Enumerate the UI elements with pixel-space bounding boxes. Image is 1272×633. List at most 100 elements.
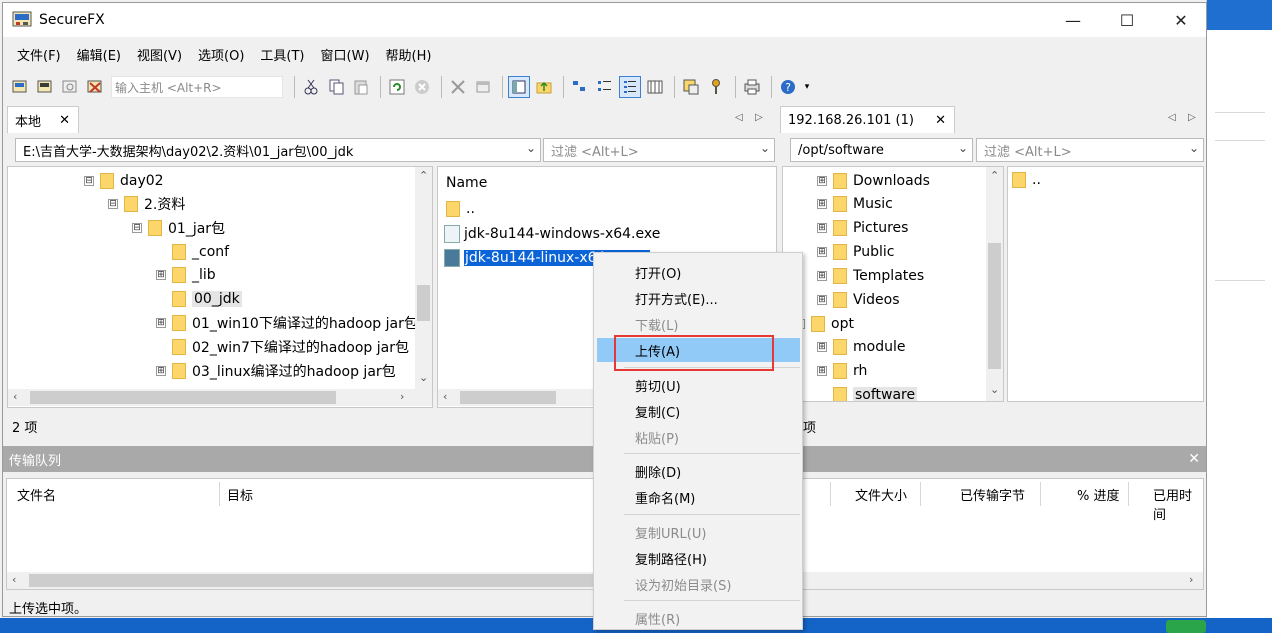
- tab-scroll-right-icon[interactable]: ▷: [755, 112, 763, 123]
- expand-icon[interactable]: ⊞: [817, 365, 827, 376]
- taskbar-app-icon[interactable]: [1166, 620, 1206, 633]
- expand-icon[interactable]: ⊞: [817, 246, 827, 257]
- menu-item-delete[interactable]: 删除(D): [597, 459, 800, 483]
- vertical-scrollbar[interactable]: ⌃ ⌄: [415, 167, 432, 389]
- remote-file-list[interactable]: ..: [1007, 166, 1204, 402]
- expand-icon[interactable]: ⊞: [156, 269, 166, 280]
- large-icons-view-icon[interactable]: [569, 76, 591, 98]
- menu-file[interactable]: 文件(F): [9, 45, 69, 64]
- scroll-right-icon[interactable]: ›: [1189, 573, 1193, 586]
- tree-item[interactable]: ⊞ Downloads: [817, 169, 930, 192]
- tab-local[interactable]: 本地 ✕: [7, 106, 79, 133]
- remote-folder-tree[interactable]: ⊞ Downloads ⊞ Music ⊞ Pictures ⊞ Public ⊞ Tem…: [782, 166, 1004, 402]
- tab-close-icon[interactable]: ✕: [935, 113, 946, 128]
- close-icon[interactable]: ✕: [1188, 451, 1200, 467]
- cut-icon[interactable]: [300, 76, 322, 98]
- chevron-down-icon[interactable]: ⌄: [958, 141, 968, 155]
- scrollbar-thumb[interactable]: [417, 285, 430, 321]
- expand-icon[interactable]: ⊞: [817, 175, 827, 186]
- menu-item-properties[interactable]: 属性(R): [597, 606, 800, 630]
- remote-path-combobox[interactable]: /opt/software ⌄: [790, 138, 973, 162]
- tree-item[interactable]: ⊟opt: [795, 312, 854, 335]
- chevron-down-icon[interactable]: ⌄: [526, 141, 536, 155]
- menu-item-copy[interactable]: 复制(C): [597, 399, 800, 423]
- scroll-up-icon[interactable]: ⌃: [990, 169, 999, 182]
- scroll-left-icon[interactable]: ‹: [443, 390, 447, 403]
- column-header-name[interactable]: Name: [446, 172, 487, 194]
- tree-item-selected[interactable]: 00_jdk: [172, 287, 242, 310]
- expand-icon[interactable]: ⊞: [817, 222, 827, 233]
- tree-item[interactable]: ⊞ 01_win10下编译过的hadoop jar包: [156, 311, 418, 334]
- copy-icon[interactable]: [325, 76, 347, 98]
- folder-up-icon[interactable]: [533, 76, 555, 98]
- help-icon[interactable]: ?: [777, 76, 799, 98]
- list-item[interactable]: ..: [446, 198, 475, 220]
- reconnect-icon[interactable]: [59, 76, 81, 98]
- tree-item-selected[interactable]: software: [833, 383, 918, 401]
- local-folder-tree[interactable]: ⊟ day02 ⊟ 2.资料 ⊟ 01_jar包 _conf ⊞ _lib 00_jdk…: [7, 166, 433, 408]
- vertical-scrollbar[interactable]: ⌃ ⌄: [986, 167, 1003, 401]
- tree-item[interactable]: ⊞ Pictures: [817, 216, 908, 239]
- collapse-icon[interactable]: ⊟: [84, 175, 94, 186]
- tab-remote-session[interactable]: 192.168.26.101 (1) ✕: [780, 106, 955, 133]
- small-icons-view-icon[interactable]: [594, 76, 616, 98]
- menu-item-open-with[interactable]: 打开方式(E)...: [597, 286, 800, 310]
- tree-item[interactable]: ⊞ module: [817, 335, 905, 358]
- tab-close-icon[interactable]: ✕: [59, 113, 70, 128]
- scroll-left-icon[interactable]: ‹: [13, 390, 17, 403]
- column-header-elapsed-time[interactable]: 已用时间: [1153, 485, 1203, 523]
- tree-item[interactable]: ⊞ Videos: [817, 288, 900, 311]
- expand-icon[interactable]: ⊞: [817, 198, 827, 209]
- horizontal-scrollbar[interactable]: ‹ ›: [8, 389, 432, 406]
- menu-item-paste[interactable]: 粘贴(P): [597, 425, 800, 449]
- scrollbar-thumb[interactable]: [29, 574, 595, 587]
- collapse-icon[interactable]: ⊟: [108, 198, 118, 209]
- tree-item[interactable]: ⊟ day02: [84, 169, 164, 192]
- tree-item[interactable]: ⊞ _lib: [156, 263, 216, 286]
- maximize-button[interactable]: ☐: [1100, 3, 1154, 37]
- scrollbar-thumb[interactable]: [460, 391, 556, 404]
- menu-edit[interactable]: 编辑(E): [69, 45, 129, 64]
- tree-item[interactable]: ⊞ Public: [817, 240, 894, 263]
- list-view-icon[interactable]: [619, 76, 641, 98]
- tree-item[interactable]: _conf: [172, 240, 229, 263]
- expand-icon[interactable]: ⊞: [156, 365, 166, 376]
- column-header-bytes-transferred[interactable]: 已传输字节: [960, 485, 1025, 504]
- stop-icon[interactable]: [411, 76, 433, 98]
- scroll-left-icon[interactable]: ‹: [12, 573, 16, 586]
- expand-icon[interactable]: ⊞: [156, 317, 166, 328]
- paste-icon[interactable]: [350, 76, 372, 98]
- menu-options[interactable]: 选项(O): [190, 45, 252, 64]
- toolbar-overflow-icon[interactable]: ▾: [802, 76, 812, 98]
- scrollbar-thumb[interactable]: [988, 243, 1001, 369]
- tab-scroll-right-icon[interactable]: ▷: [1188, 112, 1196, 123]
- quick-connect-icon[interactable]: [34, 76, 56, 98]
- tab-scroll-left-icon[interactable]: ◁: [1168, 112, 1176, 123]
- column-divider[interactable]: [830, 482, 831, 506]
- tab-scroll-left-icon[interactable]: ◁: [735, 112, 743, 123]
- tree-item[interactable]: ⊞ rh: [817, 359, 867, 382]
- menu-view[interactable]: 视图(V): [129, 45, 190, 64]
- column-divider[interactable]: [219, 482, 220, 506]
- menu-help[interactable]: 帮助(H): [378, 45, 440, 64]
- menu-tools[interactable]: 工具(T): [252, 45, 312, 64]
- properties-icon[interactable]: [472, 76, 494, 98]
- tree-item[interactable]: ⊞ Templates: [817, 264, 924, 287]
- scroll-up-icon[interactable]: ⌃: [419, 169, 428, 182]
- menu-window[interactable]: 窗口(W): [313, 45, 378, 64]
- expand-icon[interactable]: ⊞: [817, 270, 827, 281]
- scroll-down-icon[interactable]: ⌄: [419, 371, 428, 384]
- menu-item-open[interactable]: 打开(O): [597, 260, 800, 284]
- expand-icon[interactable]: ⊞: [817, 294, 827, 305]
- scrollbar-thumb[interactable]: [30, 391, 336, 404]
- column-header-progress[interactable]: % 进度: [1077, 485, 1120, 504]
- disconnect-icon[interactable]: [84, 76, 106, 98]
- remote-filter-combobox[interactable]: 过滤 <Alt+L> ⌄: [976, 138, 1204, 162]
- tree-item[interactable]: ⊞ 03_linux编译过的hadoop jar包: [156, 359, 396, 382]
- column-header-file-size[interactable]: 文件大小: [855, 485, 907, 504]
- connect-icon[interactable]: [9, 76, 31, 98]
- minimize-button[interactable]: —: [1046, 3, 1100, 37]
- scroll-right-icon[interactable]: ›: [400, 390, 404, 403]
- column-header-target[interactable]: 目标: [227, 485, 253, 504]
- local-path-combobox[interactable]: E:\吉首大学-大数据架构\day02\2.资料\01_jar包\00_jdk …: [15, 138, 541, 162]
